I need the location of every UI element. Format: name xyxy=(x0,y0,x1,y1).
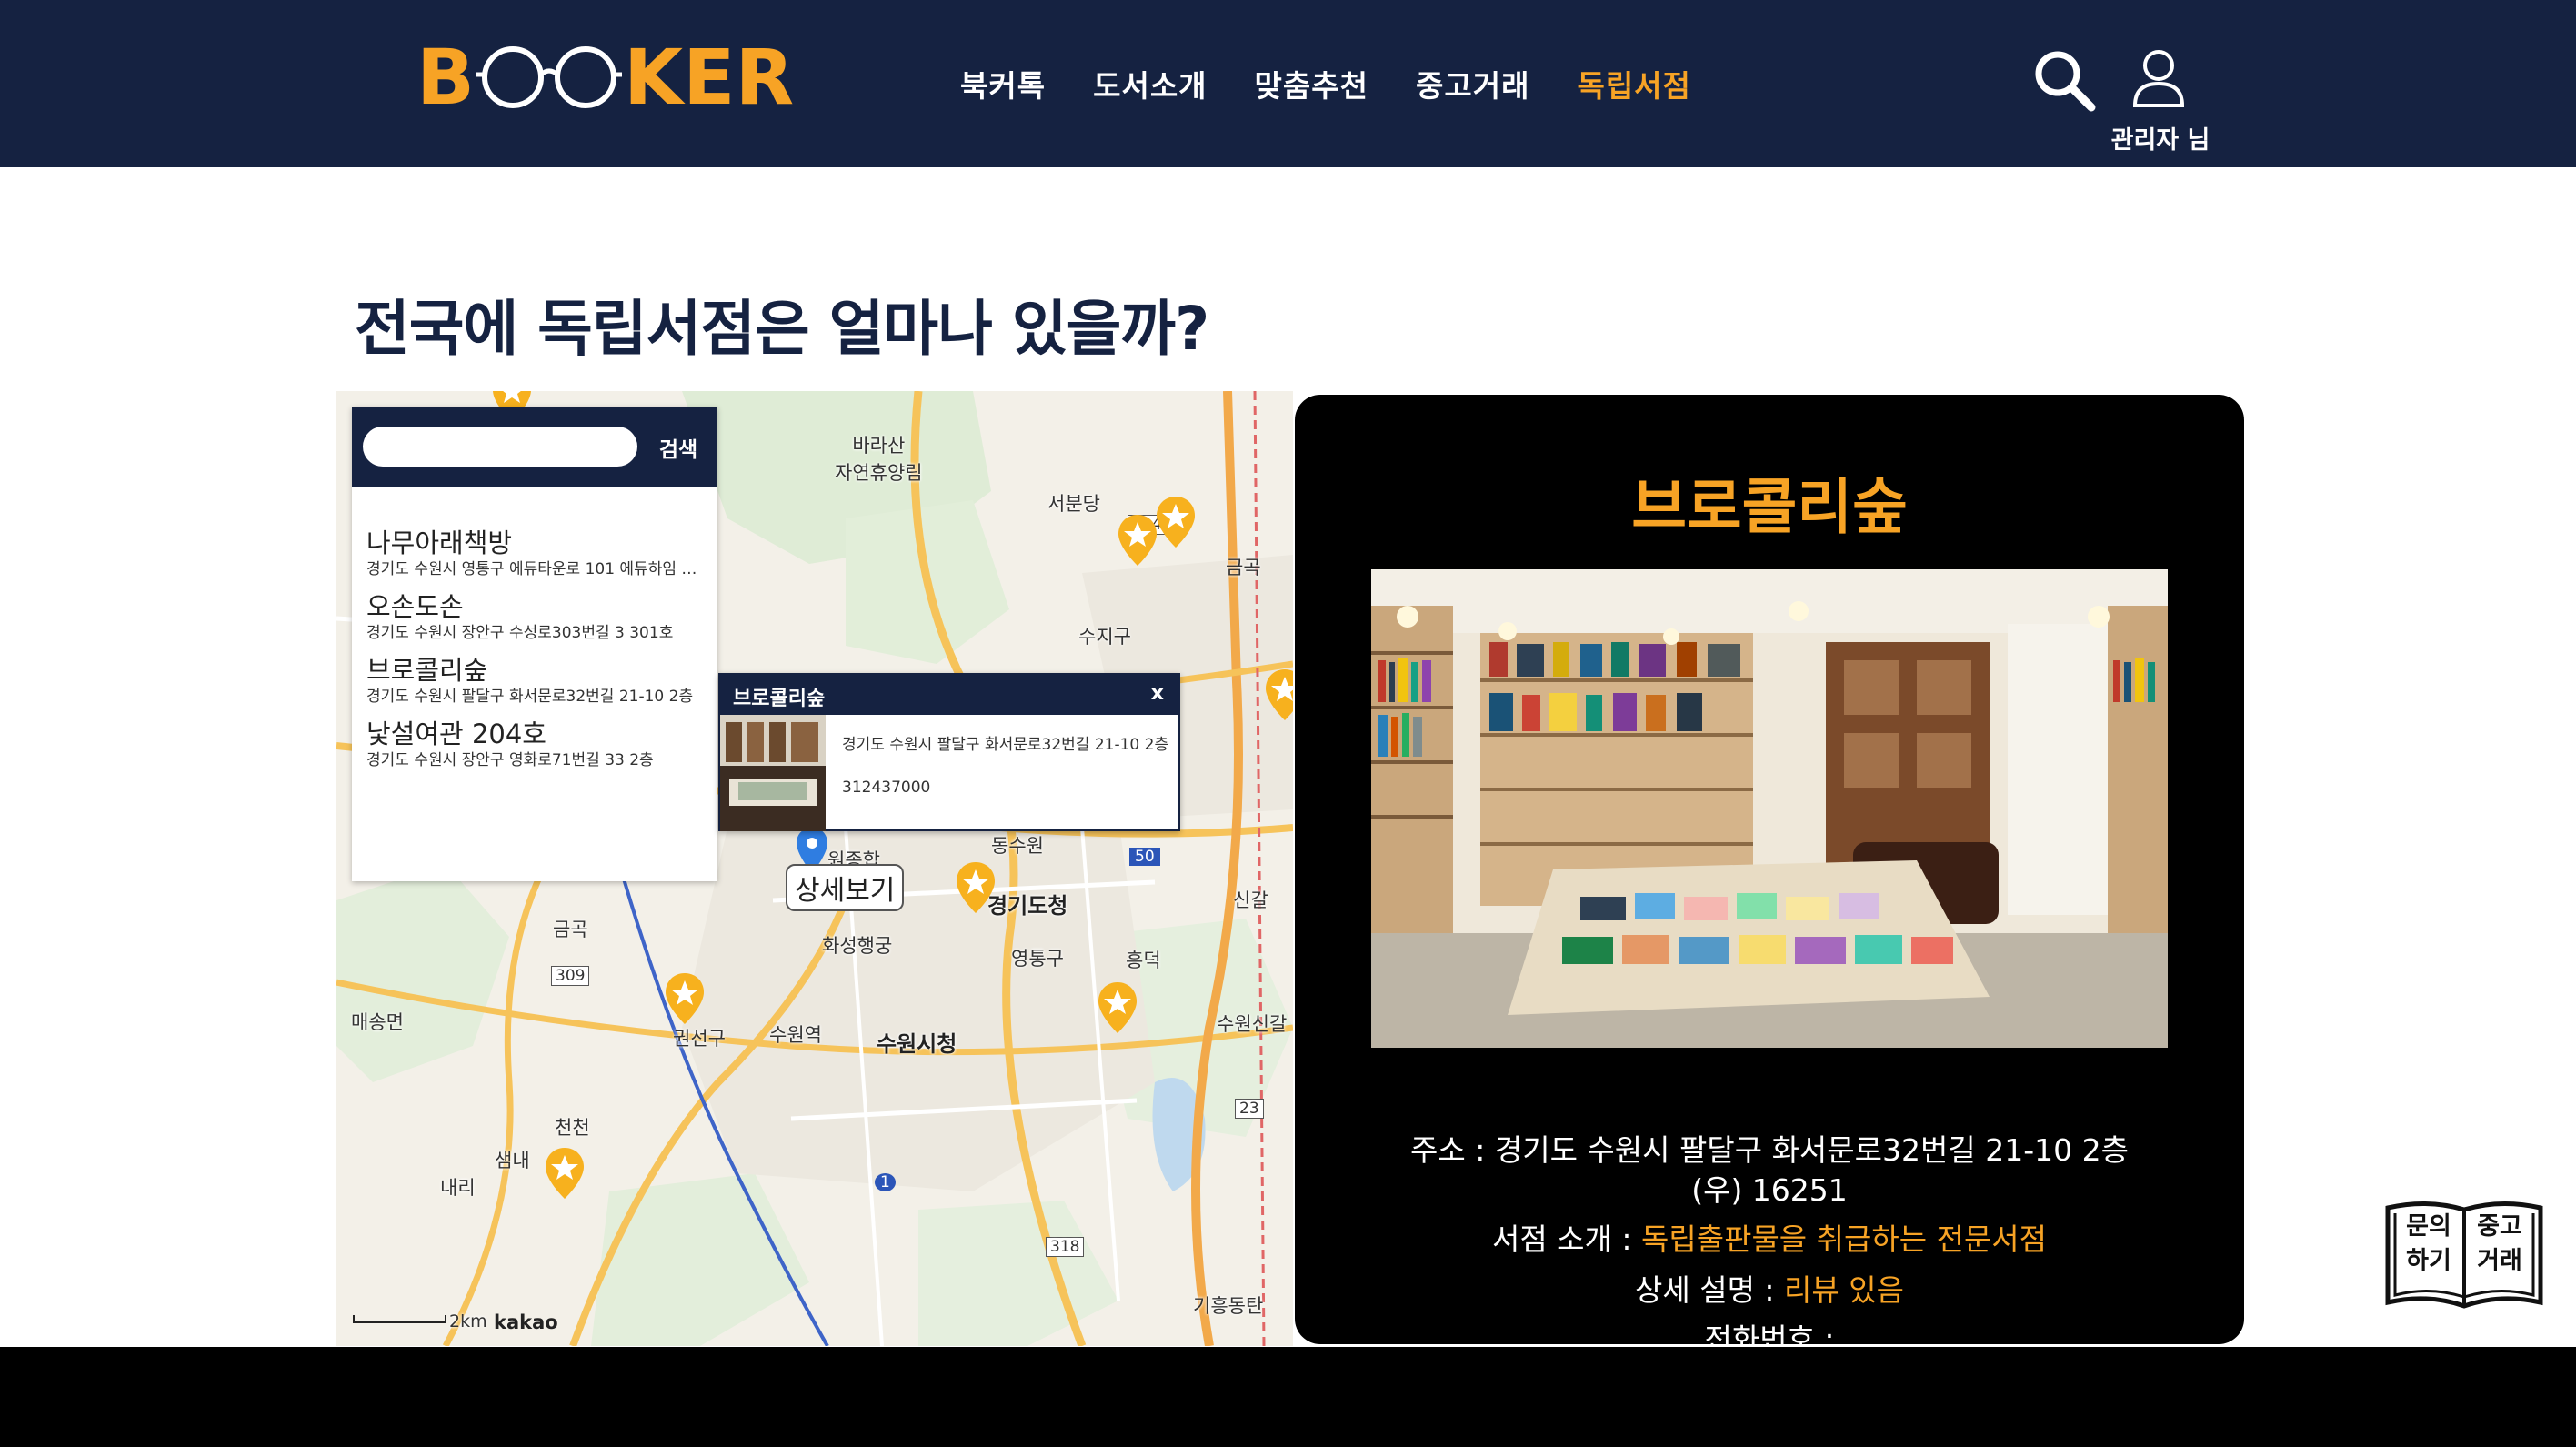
kakao-attribution: kakao xyxy=(494,1311,558,1333)
nav-booktalk[interactable]: 북커톡 xyxy=(960,62,1046,106)
store-name: 브로콜리숲 xyxy=(366,655,488,686)
store-list-item[interactable]: 나무아래책방 경기도 수원시 영통구 에듀타운로 101 에듀하임 1309 상… xyxy=(366,527,703,579)
address-label: 주소 : xyxy=(1410,1132,1495,1168)
bookstore-description-line: 상세 설명 : 리뷰 있음 xyxy=(1295,1266,2244,1310)
store-name: 나무아래책방 xyxy=(366,528,513,558)
store-search-input[interactable] xyxy=(363,427,637,467)
store-address: 경기도 수원시 장안구 수성로303번길 3 301호 xyxy=(366,624,674,642)
inquiry-used-trade-book-button[interactable]: 문의 하기 중고 거래 xyxy=(2382,1195,2546,1313)
nav-indie-bookstore[interactable]: 독립서점 xyxy=(1577,62,1690,106)
bookstore-marker-star-icon[interactable] xyxy=(1097,980,1138,1035)
store-address: 경기도 수원시 팔달구 화서문로32번길 21-10 2층 xyxy=(366,688,694,706)
info-window-header: 브로콜리숲 x xyxy=(720,675,1178,715)
bookstore-postcode: (우) 16251 xyxy=(1691,1172,1848,1208)
map-label-gyeonggi-office: 경기도청 xyxy=(987,893,1068,919)
store-list: 나무아래책방 경기도 수원시 영통구 에듀타운로 101 에듀하임 1309 상… xyxy=(352,487,717,770)
close-icon[interactable]: x xyxy=(1151,682,1164,705)
map-label-seobundang: 서분당 xyxy=(1047,493,1100,515)
description-label: 상세 설명 : xyxy=(1635,1272,1785,1308)
fab-trade-top: 중고 xyxy=(2477,1212,2522,1241)
map-label-cheoncheon: 천천 xyxy=(555,1117,590,1139)
map-label-suji: 수지구 xyxy=(1078,626,1131,648)
search-icon[interactable] xyxy=(2031,47,2097,113)
map-scale-label: 2km xyxy=(449,1311,487,1331)
map-label-suwon-singal: 수원신갈 xyxy=(1217,1013,1288,1035)
bookstore-thumbnail xyxy=(720,715,826,831)
map-label-dongsuwon: 동수원 xyxy=(991,835,1044,857)
map-info-window: 브로콜리숲 x 경기도 수원시 팔달구 화서문로32번길 21-10 2층 31… xyxy=(718,673,1180,831)
map-label-maesong: 매송면 xyxy=(351,1011,404,1033)
bookstore-marker-star-icon[interactable] xyxy=(664,971,706,1026)
map-label-suwon-station: 수원역 xyxy=(769,1024,822,1046)
glasses-icon xyxy=(476,46,623,108)
store-address: 경기도 수원시 장안구 영화로71번길 33 2층 xyxy=(366,751,654,769)
intro-value: 독립출판물을 취급하는 전문서점 xyxy=(1641,1221,2048,1257)
map-label-singal: 신갈 xyxy=(1233,889,1268,911)
bookstore-address-line: 주소 : 경기도 수원시 팔달구 화서문로32번길 21-10 2층 xyxy=(1295,1126,2244,1170)
bookstore-marker-star-icon[interactable] xyxy=(544,1146,586,1201)
nav-used-trade[interactable]: 중고거래 xyxy=(1416,62,1529,106)
map-label-suwon-city: 수원시청 xyxy=(877,1031,957,1057)
store-list-item[interactable]: 낯설여관 204호 경기도 수원시 장안구 영화로71번길 33 2층 xyxy=(366,718,703,770)
route-309: 309 xyxy=(551,966,590,986)
map-label-geumgok-ic: 금곡 xyxy=(1226,557,1261,578)
bookstore-photo xyxy=(1371,569,2168,1048)
route-23: 23 xyxy=(1235,1099,1264,1119)
intro-label: 서점 소개 : xyxy=(1491,1221,1641,1257)
route-50: 50 xyxy=(1129,848,1160,866)
user-name-label[interactable]: 관리자 님 xyxy=(2095,120,2226,156)
map-label-yeongtong: 영통구 xyxy=(1011,948,1064,970)
fab-trade-bottom: 거래 xyxy=(2477,1247,2522,1275)
main-nav: 북커톡 도서소개 맞춤추천 중고거래 독립서점 xyxy=(960,62,1691,106)
view-detail-button[interactable]: 상세보기 xyxy=(786,864,905,911)
map-label-geumgok: 금곡 xyxy=(553,919,588,940)
booker-logo[interactable]: B KER xyxy=(416,38,794,116)
map-label-heungdeok: 흥덕 xyxy=(1126,950,1161,971)
bookstore-marker-star-icon[interactable] xyxy=(1117,513,1158,568)
info-window-address: 경기도 수원시 팔달구 화서문로32번길 21-10 2층 xyxy=(842,736,1169,754)
fab-inquiry-top: 문의 xyxy=(2406,1212,2451,1241)
store-address: 경기도 수원시 영통구 에듀타운로 101 에듀하임 1309 상가동 1층 xyxy=(366,560,703,578)
bookstore-name: 브로콜리숲 xyxy=(1631,472,1908,542)
search-bar: 검색 xyxy=(352,407,717,487)
bookstore-map[interactable]: 바라산 자연휴양림 서분당 금곡 수지구 동수원 원종합 경기도청 화성행궁 영… xyxy=(336,391,1293,1346)
bookstore-marker-star-icon[interactable] xyxy=(955,860,997,915)
user-icon[interactable] xyxy=(2131,47,2186,107)
scale-bar-icon xyxy=(353,1315,446,1323)
map-label-giheung: 기흥동탄 xyxy=(1193,1295,1264,1317)
route-318: 318 xyxy=(1046,1237,1085,1257)
footer-bar xyxy=(0,1347,2576,1447)
fab-inquiry-bottom: 하기 xyxy=(2406,1247,2451,1275)
map-label-hwaseong: 화성행궁 xyxy=(822,935,893,957)
store-list-item[interactable]: 오손도손 경기도 수원시 장안구 수성로303번길 3 301호 xyxy=(366,590,703,643)
info-window-title: 브로콜리숲 xyxy=(733,688,826,710)
bookstore-detail-card: 브로콜리숲 주소: 경기도 수원시 팔달구 화서문로32번길 21-10 2층… xyxy=(1295,395,2244,1344)
description-value: 리뷰 있음 xyxy=(1784,1272,1904,1308)
store-search-button[interactable]: 검색 xyxy=(648,430,708,465)
bookstore-intro-line: 서점 소개 : 독립출판물을 취급하는 전문서점 xyxy=(1295,1215,2244,1259)
address-value: 경기도 수원시 팔달구 화서문로32번길 21-10 2층 xyxy=(1494,1132,2129,1168)
bookstore-marker-star-icon[interactable] xyxy=(1155,495,1197,549)
map-label-saengnae: 샘내 xyxy=(495,1150,530,1171)
store-name: 낯설여관 204호 xyxy=(366,718,546,749)
nav-book-intro[interactable]: 도서소개 xyxy=(1093,62,1207,106)
bookstore-marker-star-icon[interactable] xyxy=(1264,668,1293,722)
map-label-gwonseon: 권선구 xyxy=(673,1028,726,1050)
info-window-phone: 312437000 xyxy=(842,779,931,797)
bookstore-phone-line: 전화번호 : xyxy=(1704,1321,1835,1344)
store-list-item[interactable]: 브로콜리숲 경기도 수원시 팔달구 화서문로32번길 21-10 2층 xyxy=(366,654,703,707)
store-search-panel: 검색 나무아래책방 경기도 수원시 영통구 에듀타운로 101 에듀하임 130… xyxy=(352,407,717,881)
map-label-naeri: 내리 xyxy=(440,1177,476,1199)
store-name: 오손도손 xyxy=(366,591,464,622)
page-title: 전국에 독립서점은 얼마나 있을까? xyxy=(355,294,1209,364)
nav-recommend[interactable]: 맞춤추천 xyxy=(1255,62,1368,106)
route-1: 1 xyxy=(875,1173,896,1191)
top-header: B KER 북커톡 도서소개 맞춤추천 중고거래 독립서점 관리자 님 xyxy=(0,0,2576,167)
map-label-forest: 바라산 자연휴양림 xyxy=(835,435,923,484)
